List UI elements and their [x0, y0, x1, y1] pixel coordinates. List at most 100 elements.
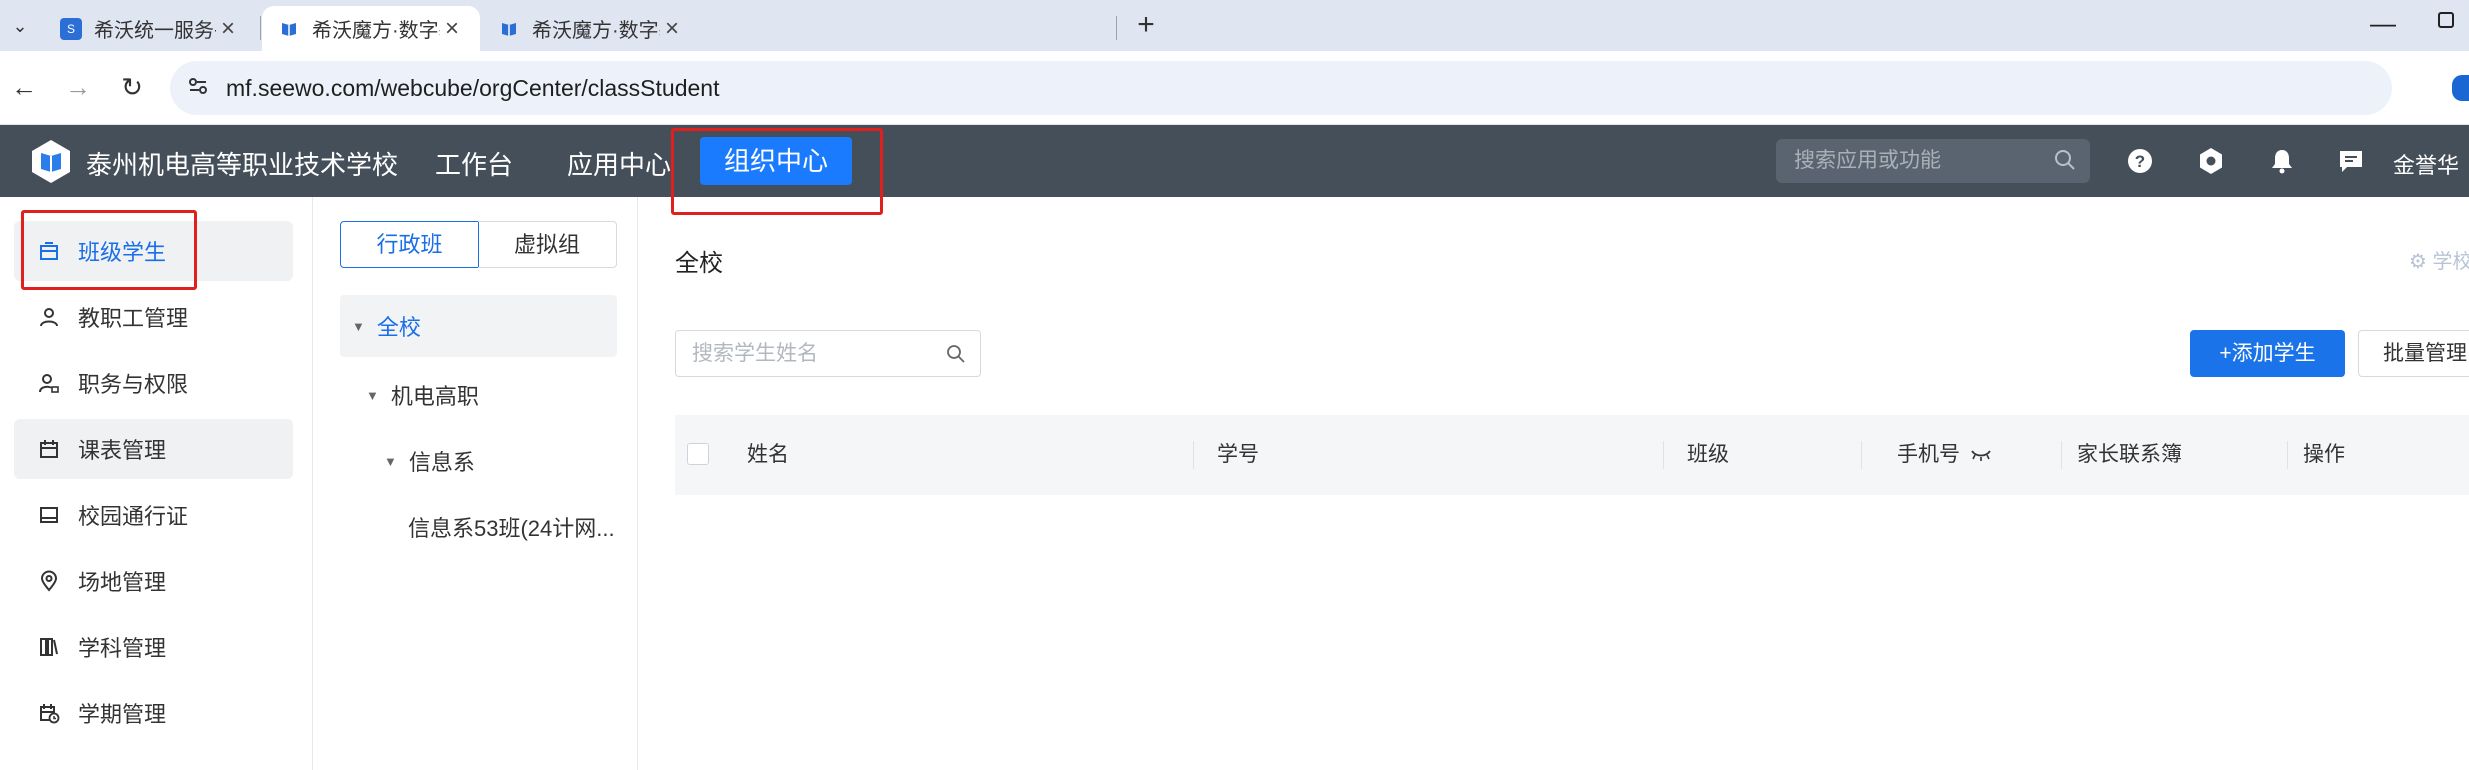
student-search[interactable]	[675, 330, 981, 377]
tab-label: 希沃魔方·数字基座	[312, 20, 440, 42]
window-restore-button[interactable]	[2438, 12, 2454, 28]
tree-node-label: 信息系53班(24计网...	[408, 516, 615, 541]
close-tab-icon[interactable]: ×	[440, 15, 464, 43]
sidebar-item-label: 场地管理	[78, 570, 167, 595]
close-tab-icon[interactable]: ×	[216, 15, 240, 43]
column-phone: 手机号	[1897, 415, 1992, 495]
person-lock-icon	[39, 374, 59, 393]
main-content: 全校 ⚙ 学校 +添加学生 批量管理 姓名 学号 班级 手机号 家长联系簿 操作	[639, 197, 2469, 770]
reload-icon[interactable]: ↻	[112, 67, 152, 107]
back-arrow-icon[interactable]: ←	[4, 67, 44, 107]
eye-closed-icon[interactable]	[1970, 448, 1992, 462]
column-divider	[2287, 441, 2288, 469]
sidebar-item-staff[interactable]: 教职工管理	[14, 287, 293, 347]
seewo-cube-favicon-icon	[498, 18, 520, 40]
search-icon[interactable]	[2054, 149, 2076, 171]
app-header: 泰州机电高等职业技术学校 工作台 应用中心 组织中心 ? 金誉华	[0, 125, 2469, 197]
forward-arrow-icon[interactable]: →	[58, 67, 98, 107]
caret-down-icon[interactable]: ▼	[384, 454, 397, 469]
sidebar-item-label: 职务与权限	[78, 372, 189, 397]
calendar-clock-icon	[40, 704, 60, 724]
column-divider	[1193, 441, 1194, 469]
url-text: mf.seewo.com/webcube/orgCenter/classStud…	[226, 75, 720, 101]
app-search[interactable]	[1776, 139, 2090, 183]
sidebar-item-roles-permissions[interactable]: 职务与权限	[14, 353, 293, 413]
caret-down-icon[interactable]: ▼	[366, 388, 379, 403]
settings-hexagon-icon[interactable]	[2197, 147, 2225, 175]
school-name: 泰州机电高等职业技术学校	[86, 150, 399, 180]
column-divider	[2061, 441, 2062, 469]
caret-down-icon[interactable]: ▼	[352, 319, 365, 334]
tree-node-class[interactable]: 信息系53班(24计网...	[408, 511, 615, 543]
sidebar-item-label: 教职工管理	[78, 306, 189, 331]
sidebar-item-label: 课表管理	[78, 438, 167, 463]
message-icon[interactable]	[2337, 147, 2365, 175]
sidebar-item-campus-pass[interactable]: 校园通行证	[14, 485, 293, 545]
nav-workbench[interactable]: 工作台	[435, 145, 513, 182]
sidebar-item-subjects[interactable]: 学科管理	[14, 617, 293, 677]
segment-admin-class[interactable]: 行政班	[340, 221, 479, 268]
column-parent-contacts: 家长联系簿	[2077, 443, 2182, 466]
column-name: 姓名	[747, 443, 789, 466]
browser-toolbar: ← → ↻ mf.seewo.com/webcube/orgCenter/cla…	[0, 51, 2469, 125]
select-all-checkbox[interactable]	[687, 443, 709, 465]
tree-node-label: 全校	[376, 315, 421, 340]
books-icon	[40, 638, 58, 656]
segment-virtual-group[interactable]: 虚拟组	[478, 221, 617, 268]
browser-tab-1[interactable]: S 希沃统一服务平台 ×	[44, 6, 256, 51]
help-icon[interactable]: ?	[2126, 147, 2154, 175]
svg-text:?: ?	[2135, 152, 2145, 171]
sidebar-item-label: 学期管理	[78, 702, 167, 727]
browser-tab-3[interactable]: 希沃魔方·数字基座 ×	[482, 6, 700, 51]
window-minimize-button[interactable]: —	[2370, 8, 2396, 39]
column-divider	[1861, 441, 1862, 469]
highlight-box-class-students	[21, 210, 197, 290]
tab-label: 希沃统一服务平台	[94, 20, 216, 42]
sidebar-item-venues[interactable]: 场地管理	[14, 551, 293, 611]
seewo-platform-favicon-icon: S	[60, 17, 82, 40]
tab-search-chevron-icon[interactable]: ⌄	[0, 8, 40, 44]
tree-node-department[interactable]: ▼ 机电高职	[366, 379, 479, 411]
tree-node-label: 信息系	[408, 450, 475, 475]
sidebar-item-label: 校园通行证	[78, 504, 189, 529]
browser-tab-strip: ⌄ S 希沃统一服务平台 × 希沃魔方·数字基座 × 希沃魔方·数字基座 × +…	[0, 0, 2469, 51]
page-title: 全校	[675, 250, 723, 277]
seewo-cube-favicon-icon	[278, 18, 300, 40]
column-class: 班级	[1687, 443, 1729, 466]
column-divider	[1663, 441, 1664, 469]
site-settings-icon[interactable]	[184, 74, 212, 102]
app-search-input[interactable]	[1794, 147, 2044, 175]
notification-bell-icon[interactable]	[2268, 147, 2296, 175]
class-tree-panel: 行政班 虚拟组 ▼ 全校 ▼ 机电高职 ▼ 信息系 信息系53班(24计网...	[314, 197, 638, 770]
tree-node-info-dept[interactable]: ▼ 信息系	[384, 445, 475, 477]
profile-avatar[interactable]	[2452, 75, 2469, 101]
nav-app-center[interactable]: 应用中心	[567, 145, 671, 182]
tree-node-whole-school[interactable]: ▼ 全校	[340, 295, 617, 357]
address-bar[interactable]: mf.seewo.com/webcube/orgCenter/classStud…	[170, 61, 2392, 115]
sidebar-item-semesters[interactable]: 学期管理	[14, 683, 293, 743]
highlight-box-org-center	[671, 128, 883, 215]
close-tab-icon[interactable]: ×	[660, 15, 684, 43]
search-icon[interactable]	[946, 344, 966, 364]
browser-tab-2[interactable]: 希沃魔方·数字基座 ×	[262, 6, 480, 51]
column-phone-label: 手机号	[1897, 443, 1960, 466]
calendar-icon	[40, 440, 58, 458]
batch-manage-button[interactable]: 批量管理	[2358, 330, 2469, 377]
student-table-header: 姓名 学号 班级 手机号 家长联系簿 操作	[675, 415, 2469, 495]
seewo-logo-icon	[32, 140, 70, 183]
column-actions: 操作	[2303, 443, 2345, 466]
new-tab-button[interactable]: +	[1128, 8, 1164, 44]
user-name[interactable]: 金誉华	[2393, 148, 2459, 180]
student-search-input[interactable]	[692, 341, 932, 367]
person-icon	[40, 308, 58, 327]
tab-divider	[260, 16, 261, 40]
tab-label: 希沃魔方·数字基座	[532, 20, 660, 42]
gear-icon: ⚙	[2409, 251, 2433, 273]
pass-card-icon	[40, 507, 58, 523]
location-pin-icon	[40, 570, 58, 592]
add-student-button[interactable]: +添加学生	[2190, 330, 2345, 377]
sidebar-item-timetable[interactable]: 课表管理	[14, 419, 293, 479]
sidebar-item-label: 学科管理	[78, 636, 167, 661]
tree-node-label: 机电高职	[390, 384, 479, 409]
school-settings-link[interactable]: ⚙ 学校	[2409, 245, 2469, 274]
